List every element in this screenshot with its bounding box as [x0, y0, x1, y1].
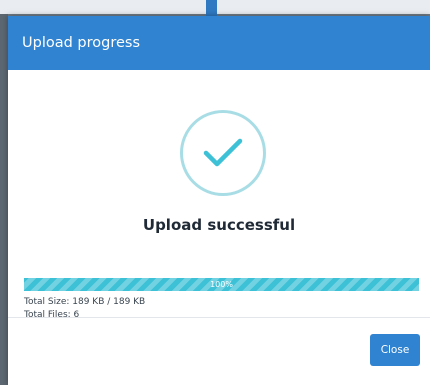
total-size-text: Total Size: 189 KB / 189 KB	[24, 297, 146, 307]
upload-progress-bar: 100%	[24, 278, 419, 291]
checkmark-icon	[203, 138, 243, 167]
dialog-footer: Close	[8, 318, 430, 385]
background-overlay	[0, 14, 8, 385]
upload-progress-dialog: Upload progress Upload successful 100% T…	[8, 16, 430, 385]
progress-bar-fill: 100%	[24, 278, 419, 291]
check-circle-icon	[180, 110, 266, 196]
dialog-body: Upload successful 100% Total Size: 189 K…	[8, 70, 430, 320]
progress-percent-label: 100%	[210, 280, 233, 289]
upload-status-message: Upload successful	[142, 216, 296, 234]
dialog-title: Upload progress	[22, 35, 141, 51]
close-button[interactable]: Close	[370, 334, 420, 366]
dialog-header: Upload progress	[8, 16, 430, 70]
